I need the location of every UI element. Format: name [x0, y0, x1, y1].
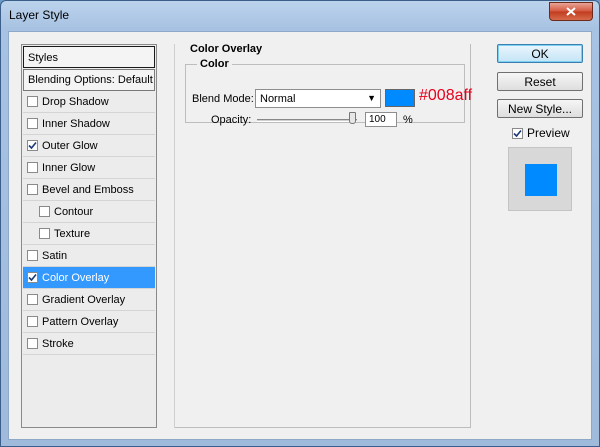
style-checkbox[interactable] — [27, 184, 38, 195]
style-checkbox[interactable] — [27, 140, 38, 151]
reset-button[interactable]: Reset — [497, 72, 583, 91]
style-item[interactable]: Outer Glow — [23, 135, 155, 157]
style-checkbox[interactable] — [27, 272, 38, 283]
group-title: Color — [197, 58, 232, 70]
style-item-label: Bevel and Emboss — [42, 183, 134, 196]
close-button[interactable] — [549, 2, 593, 21]
preview-label: Preview — [527, 126, 570, 140]
layer-style-window: Layer Style Styles Blending Options: Def… — [0, 0, 600, 447]
style-item[interactable]: Pattern Overlay — [23, 311, 155, 333]
blend-mode-label: Blend Mode: — [192, 93, 254, 105]
new-style-button[interactable]: New Style... — [497, 99, 583, 118]
style-checkbox[interactable] — [39, 206, 50, 217]
style-checkbox[interactable] — [39, 228, 50, 239]
style-item[interactable]: Contour — [23, 201, 155, 223]
check-icon — [513, 129, 522, 137]
title-bar[interactable]: Layer Style — [1, 1, 599, 31]
style-checkbox[interactable] — [27, 338, 38, 349]
style-item-label: Stroke — [42, 337, 74, 350]
style-item[interactable]: Color Overlay — [23, 267, 155, 289]
dialog-client: Styles Blending Options: Default Drop Sh… — [8, 31, 592, 440]
styles-header[interactable]: Styles — [23, 46, 155, 68]
style-item[interactable]: Inner Glow — [23, 157, 155, 179]
style-item-label: Satin — [42, 249, 68, 262]
style-item-label: Inner Shadow — [42, 117, 110, 130]
chevron-down-icon: ▼ — [367, 93, 376, 103]
style-item-label: Drop Shadow — [42, 95, 109, 108]
color-overlay-panel: Color Overlay Color Blend Mode: Normal ▼… — [174, 43, 483, 428]
check-icon — [28, 273, 37, 282]
preview-checkbox-row[interactable]: Preview — [512, 126, 570, 140]
blend-mode-value: Normal — [260, 93, 296, 105]
style-item-label: Gradient Overlay — [42, 293, 126, 306]
style-item-label: Outer Glow — [42, 139, 98, 152]
style-checkbox[interactable] — [27, 118, 38, 129]
style-checkbox[interactable] — [27, 96, 38, 107]
opacity-label: Opacity: — [211, 114, 252, 126]
style-item[interactable]: Texture — [23, 223, 155, 245]
styles-list: Styles Blending Options: Default Drop Sh… — [21, 44, 157, 428]
check-icon — [28, 141, 37, 150]
opacity-slider-track[interactable] — [257, 119, 357, 122]
window-title: Layer Style — [9, 8, 70, 22]
style-items: Drop Shadow Inner Shadow Outer Glow Inner G… — [22, 91, 156, 355]
style-item[interactable]: Inner Shadow — [23, 113, 155, 135]
opacity-slider-thumb[interactable] — [349, 112, 356, 124]
preview-box — [508, 147, 572, 211]
close-icon — [566, 7, 576, 16]
opacity-unit: % — [403, 114, 413, 126]
style-item[interactable]: Satin — [23, 245, 155, 267]
blend-mode-select[interactable]: Normal ▼ — [255, 89, 381, 108]
blending-options-item[interactable]: Blending Options: Default — [23, 69, 155, 91]
style-item-label: Contour — [54, 205, 94, 218]
style-item-label: Inner Glow — [42, 161, 96, 174]
style-checkbox[interactable] — [27, 162, 38, 173]
preview-swatch — [525, 164, 557, 196]
style-checkbox[interactable] — [27, 294, 38, 305]
style-item-label: Texture — [54, 227, 91, 240]
preview-checkbox[interactable] — [512, 127, 523, 139]
color-swatch[interactable] — [385, 89, 415, 107]
style-item[interactable]: Stroke — [23, 333, 155, 355]
style-checkbox[interactable] — [27, 316, 38, 327]
style-item-label: Color Overlay — [42, 271, 110, 284]
style-item[interactable]: Gradient Overlay — [23, 289, 155, 311]
color-hex-value: #008aff — [419, 87, 473, 104]
style-item-label: Pattern Overlay — [42, 315, 119, 328]
section-title: Color Overlay — [187, 43, 266, 55]
ok-button[interactable]: OK — [497, 44, 583, 63]
style-item[interactable]: Drop Shadow — [23, 91, 155, 113]
opacity-input[interactable]: 100 — [365, 112, 397, 127]
style-item[interactable]: Bevel and Emboss — [23, 179, 155, 201]
style-checkbox[interactable] — [27, 250, 38, 261]
